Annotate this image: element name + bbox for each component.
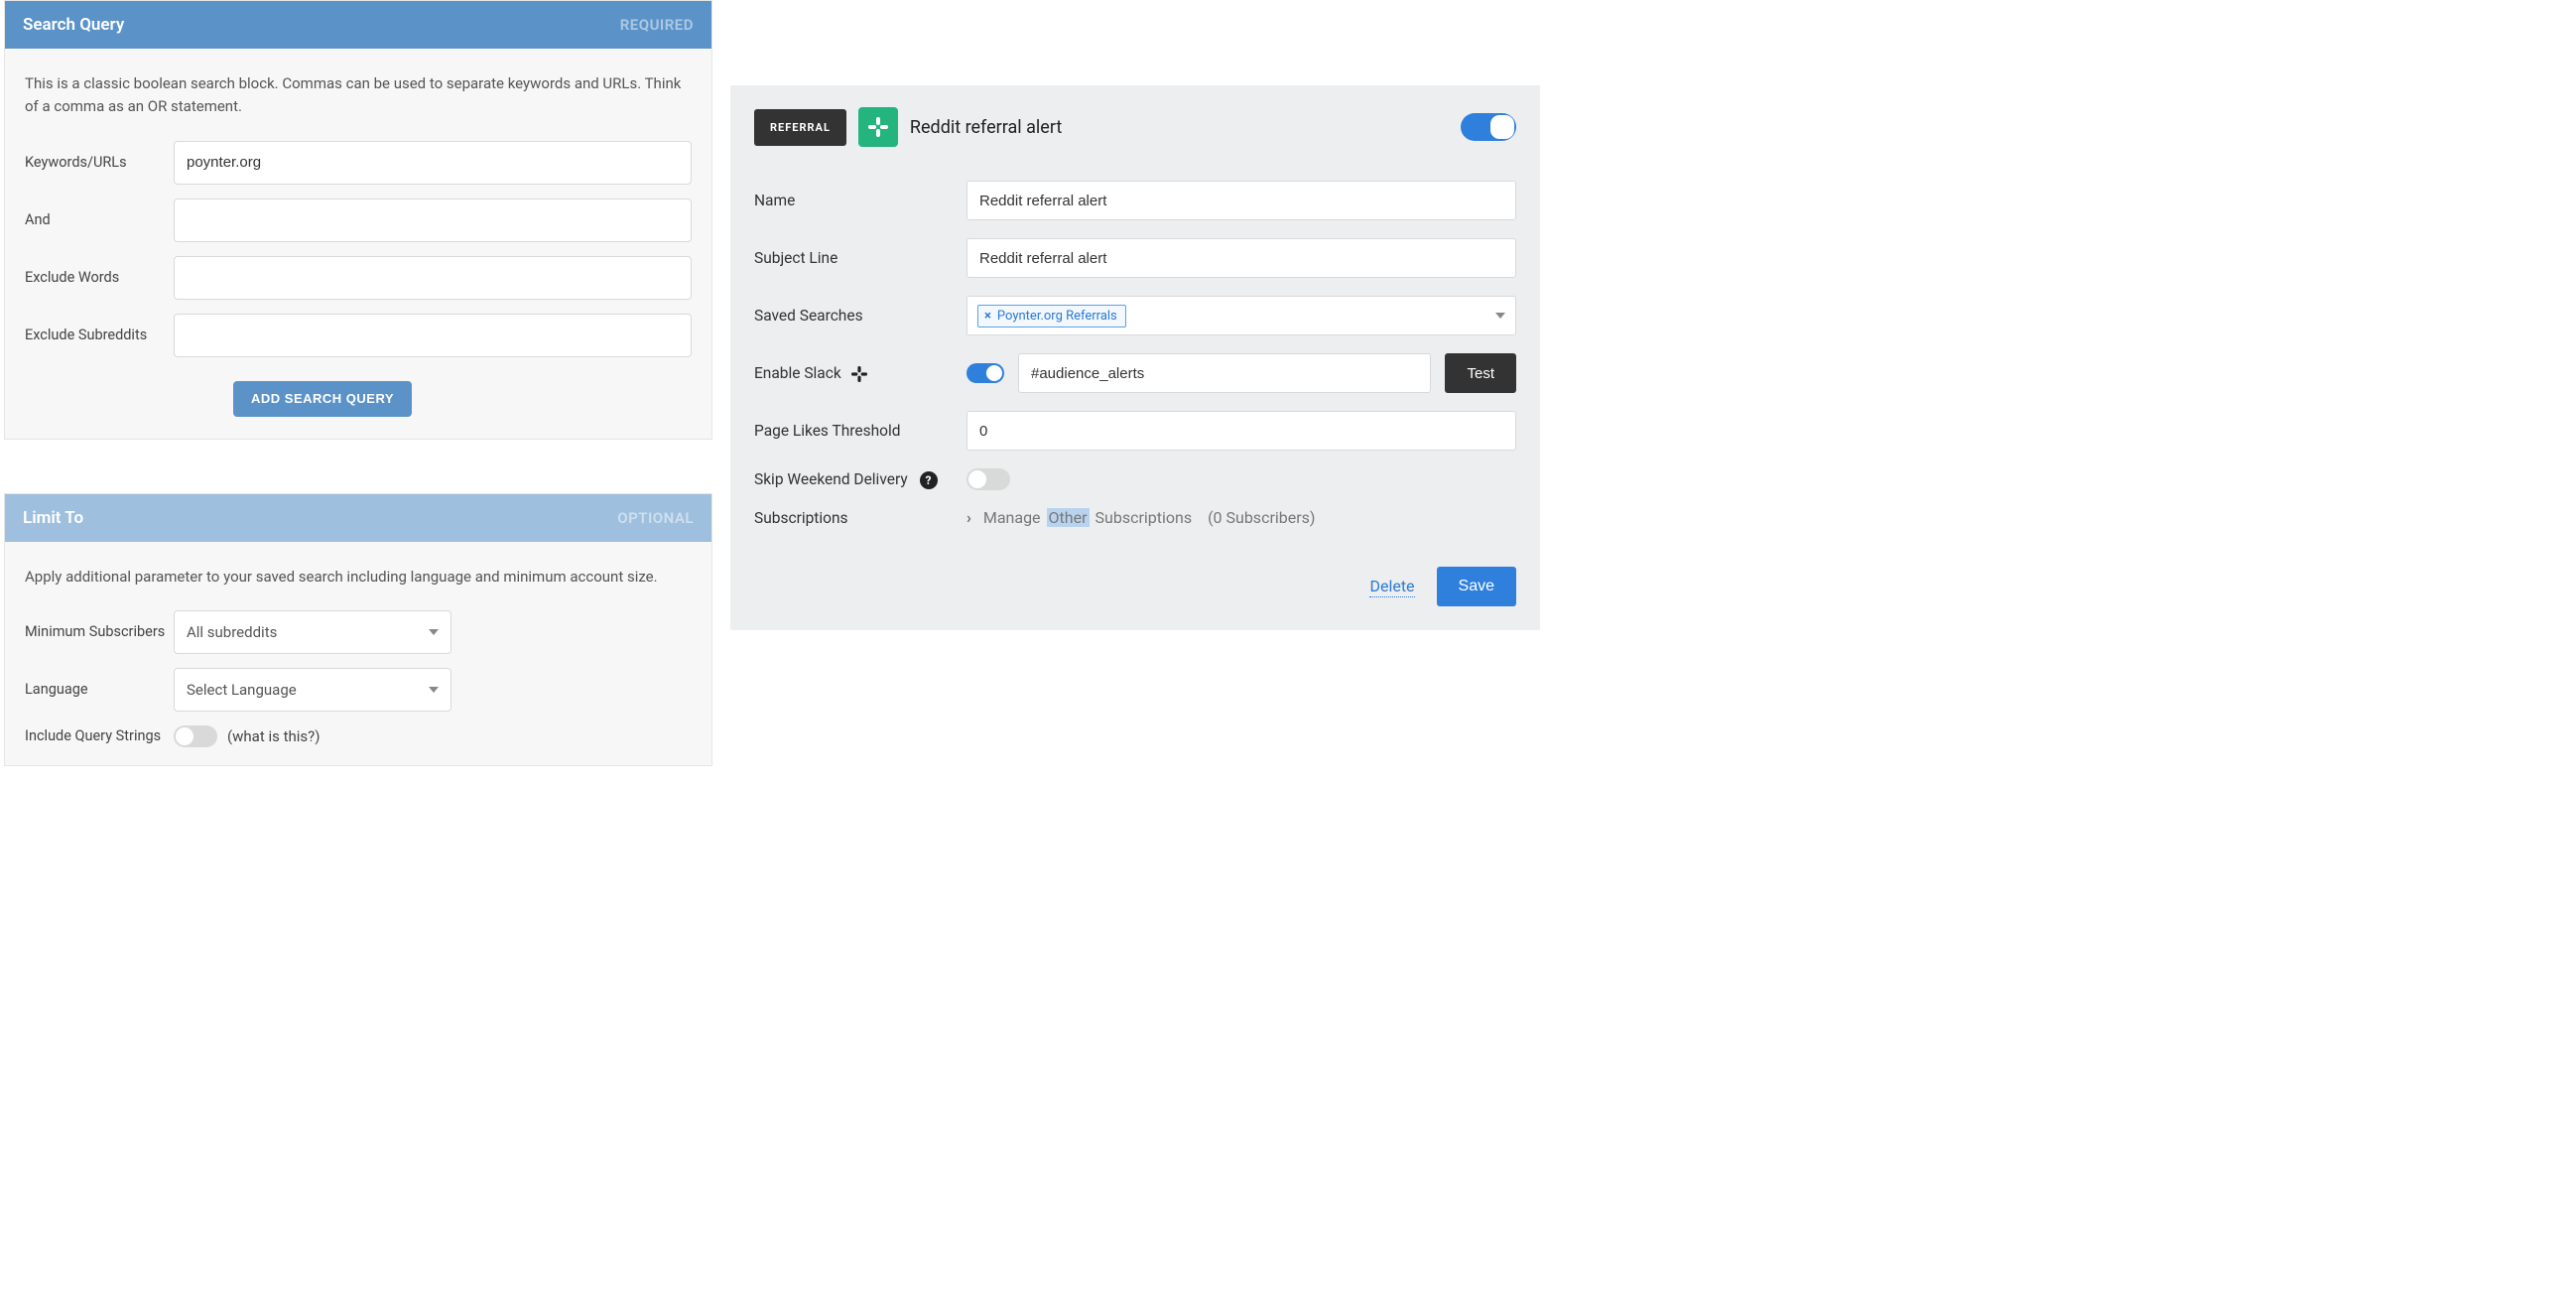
- chip-label: Poynter.org Referrals: [997, 309, 1117, 324]
- alert-panel: REFERRAL Reddit referral alert Name Subj…: [730, 85, 1540, 630]
- exclude-subreddits-input[interactable]: [174, 314, 692, 357]
- search-query-panel: Search Query REQUIRED This is a classic …: [4, 0, 712, 440]
- limit-to-title: Limit To: [23, 508, 83, 528]
- slack-icon: [851, 366, 867, 382]
- name-label: Name: [754, 192, 953, 209]
- subject-line-label: Subject Line: [754, 249, 953, 267]
- keywords-label: Keywords/URLs: [25, 154, 174, 171]
- saved-search-chip[interactable]: × Poynter.org Referrals: [977, 305, 1126, 328]
- and-label: And: [25, 211, 174, 228]
- exclude-words-input[interactable]: [174, 256, 692, 300]
- saved-searches-label: Saved Searches: [754, 307, 953, 325]
- test-button[interactable]: Test: [1445, 353, 1516, 393]
- alert-title: Reddit referral alert: [910, 117, 1449, 138]
- help-icon[interactable]: ?: [920, 471, 938, 489]
- language-value: Select Language: [187, 681, 297, 699]
- manage-subscriptions-link[interactable]: › Manage Other Subscriptions (0 Subscrib…: [966, 508, 1315, 527]
- chevron-down-icon: [429, 629, 439, 635]
- subject-line-input[interactable]: [966, 238, 1516, 278]
- search-query-description: This is a classic boolean search block. …: [25, 72, 692, 119]
- skip-weekend-toggle[interactable]: [966, 468, 1010, 490]
- optional-tag: OPTIONAL: [617, 509, 694, 527]
- saved-searches-select[interactable]: × Poynter.org Referrals: [966, 296, 1516, 335]
- skip-weekend-label: Skip Weekend Delivery ?: [754, 470, 953, 489]
- limit-to-panel: Limit To OPTIONAL Apply additional param…: [4, 493, 712, 766]
- include-query-strings-toggle[interactable]: [174, 725, 217, 747]
- save-button[interactable]: Save: [1437, 567, 1516, 606]
- slack-channel-input[interactable]: [1018, 353, 1431, 393]
- threshold-label: Page Likes Threshold: [754, 422, 953, 440]
- keywords-input[interactable]: [174, 141, 692, 185]
- exclude-subreddits-label: Exclude Subreddits: [25, 327, 174, 343]
- subscribers-count: (0 Subscribers): [1208, 508, 1315, 527]
- limit-to-header: Limit To OPTIONAL: [5, 494, 711, 542]
- enable-slack-toggle[interactable]: [966, 363, 1004, 383]
- min-subscribers-label: Minimum Subscribers: [25, 623, 174, 640]
- and-input[interactable]: [174, 198, 692, 242]
- slack-icon: [858, 107, 898, 147]
- language-select[interactable]: Select Language: [174, 668, 451, 712]
- threshold-input[interactable]: [966, 411, 1516, 451]
- min-subscribers-select[interactable]: All subreddits: [174, 610, 451, 654]
- subscriptions-highlight: Other: [1047, 508, 1090, 527]
- exclude-words-label: Exclude Words: [25, 269, 174, 286]
- language-label: Language: [25, 681, 174, 698]
- search-query-title: Search Query: [23, 15, 124, 35]
- add-search-query-button[interactable]: ADD SEARCH QUERY: [233, 381, 412, 417]
- limit-to-description: Apply additional parameter to your saved…: [25, 566, 692, 589]
- alert-enabled-toggle[interactable]: [1461, 113, 1516, 141]
- chevron-down-icon: [429, 687, 439, 693]
- referral-badge: REFERRAL: [754, 109, 846, 146]
- name-input[interactable]: [966, 181, 1516, 220]
- subscriptions-label: Subscriptions: [754, 509, 953, 527]
- chevron-down-icon: [1495, 313, 1505, 319]
- delete-link[interactable]: Delete: [1369, 577, 1414, 597]
- required-tag: REQUIRED: [620, 16, 694, 34]
- include-query-strings-label: Include Query Strings: [25, 727, 174, 744]
- chevron-right-icon: ›: [966, 508, 971, 527]
- search-query-header: Search Query REQUIRED: [5, 1, 711, 49]
- what-is-this-link[interactable]: (what is this?): [227, 727, 320, 745]
- chip-remove-icon[interactable]: ×: [984, 309, 991, 324]
- enable-slack-label: Enable Slack: [754, 364, 953, 382]
- min-subscribers-value: All subreddits: [187, 623, 277, 641]
